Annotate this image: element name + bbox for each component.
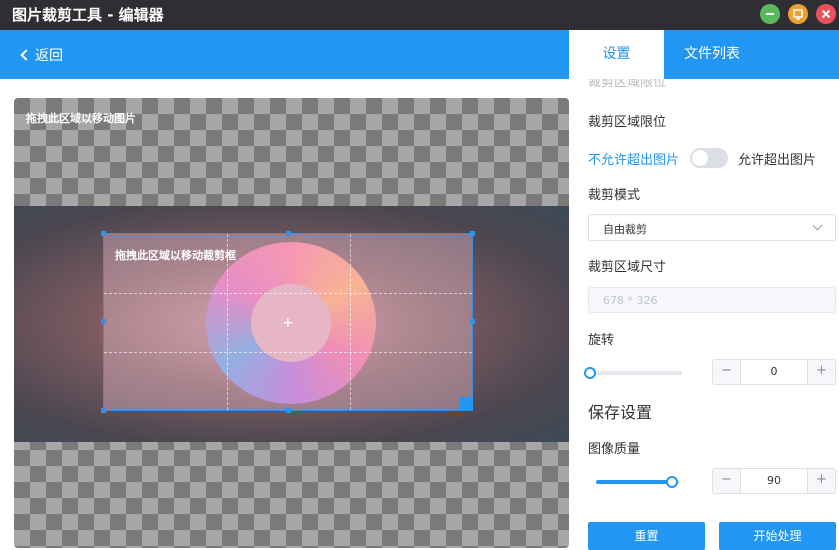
crop-limit-label: 裁剪区域限位 bbox=[588, 115, 667, 130]
quality-slider[interactable] bbox=[596, 476, 680, 488]
crop-resize-handle[interactable] bbox=[459, 397, 473, 411]
move-crop-hint: 拖拽此区域以移动裁剪框 bbox=[115, 249, 236, 262]
image-canvas[interactable]: 拖拽此区域以移动图片 拖拽此区域以移动裁剪框 + bbox=[14, 98, 569, 548]
rotate-value[interactable]: 0 bbox=[741, 365, 807, 378]
title-bar: 图片裁剪工具 - 编辑器 bbox=[0, 0, 839, 30]
limit-off-label: 不允许超出图片 bbox=[588, 153, 680, 168]
chevron-down-icon bbox=[812, 220, 823, 231]
crosshair-icon: + bbox=[282, 315, 294, 331]
crop-size-value: 678 * 326 bbox=[603, 294, 658, 307]
rotate-slider[interactable] bbox=[584, 367, 682, 379]
crop-mode-value: 自由裁剪 bbox=[603, 223, 647, 236]
close-button[interactable] bbox=[816, 4, 836, 24]
quality-decrement-button[interactable]: − bbox=[713, 469, 741, 493]
grid-line bbox=[104, 293, 472, 294]
crop-size-label: 裁剪区域尺寸 bbox=[588, 260, 667, 275]
crop-handle-bottom-left[interactable] bbox=[101, 408, 106, 413]
crop-handle-left[interactable] bbox=[101, 319, 106, 324]
crop-handle-top[interactable] bbox=[286, 231, 291, 236]
minimize-button[interactable] bbox=[760, 4, 780, 24]
back-button[interactable]: 返回 bbox=[20, 45, 63, 65]
grid-line bbox=[350, 234, 351, 410]
crop-handle-top-left[interactable] bbox=[101, 231, 106, 236]
rotate-increment-button[interactable]: + bbox=[807, 360, 835, 384]
switch-knob bbox=[692, 150, 708, 166]
crop-mode-label: 裁剪模式 bbox=[588, 188, 641, 203]
chevron-left-icon bbox=[20, 49, 32, 61]
tab-file-list[interactable]: 文件列表 bbox=[664, 30, 760, 79]
back-label: 返回 bbox=[35, 48, 63, 64]
crop-handle-right[interactable] bbox=[470, 319, 475, 324]
crop-settings-heading-clipped: 裁剪区域限位 bbox=[588, 79, 667, 89]
crop-handle-bottom[interactable] bbox=[286, 408, 291, 413]
crop-limit-toggle-row: 不允许超出图片 允许超出图片 bbox=[588, 148, 836, 168]
restore-icon bbox=[793, 9, 803, 20]
move-image-hint: 拖拽此区域以移动图片 bbox=[26, 112, 136, 125]
crop-mode-select[interactable]: 自由裁剪 bbox=[588, 214, 836, 241]
quality-slider-fill bbox=[596, 480, 672, 484]
rotate-stepper: − 0 + bbox=[712, 359, 836, 385]
image-preview: 拖拽此区域以移动裁剪框 + bbox=[14, 206, 569, 442]
quality-slider-thumb[interactable] bbox=[665, 476, 678, 488]
rotate-decrement-button[interactable]: − bbox=[713, 360, 741, 384]
restore-button[interactable] bbox=[788, 4, 808, 24]
quality-increment-button[interactable]: + bbox=[807, 469, 835, 493]
rotate-label: 旋转 bbox=[588, 333, 615, 348]
grid-line bbox=[104, 352, 472, 353]
save-settings-title: 保存设置 bbox=[588, 403, 653, 422]
crop-handle-top-right[interactable] bbox=[470, 231, 475, 236]
limit-on-label: 允许超出图片 bbox=[738, 153, 817, 168]
rotate-slider-thumb[interactable] bbox=[584, 367, 596, 379]
start-processing-button[interactable]: 开始处理 bbox=[719, 522, 836, 550]
close-icon bbox=[821, 9, 831, 19]
quality-stepper: − 90 + bbox=[712, 468, 836, 494]
crop-limit-switch[interactable] bbox=[690, 148, 728, 168]
quality-value[interactable]: 90 bbox=[741, 474, 807, 487]
crop-size-field[interactable]: 678 * 326 bbox=[588, 287, 836, 313]
settings-panel: 裁剪区域限位 裁剪区域限位 不允许超出图片 允许超出图片 裁剪模式 自由裁剪 裁… bbox=[584, 79, 836, 550]
window-title: 图片裁剪工具 - 编辑器 bbox=[12, 6, 164, 24]
reset-button[interactable]: 重置 bbox=[588, 522, 705, 550]
quality-label: 图像质量 bbox=[588, 442, 641, 457]
minimize-icon bbox=[766, 13, 774, 15]
crop-box[interactable]: 拖拽此区域以移动裁剪框 + bbox=[101, 231, 475, 413]
tab-settings[interactable]: 设置 bbox=[569, 30, 664, 79]
